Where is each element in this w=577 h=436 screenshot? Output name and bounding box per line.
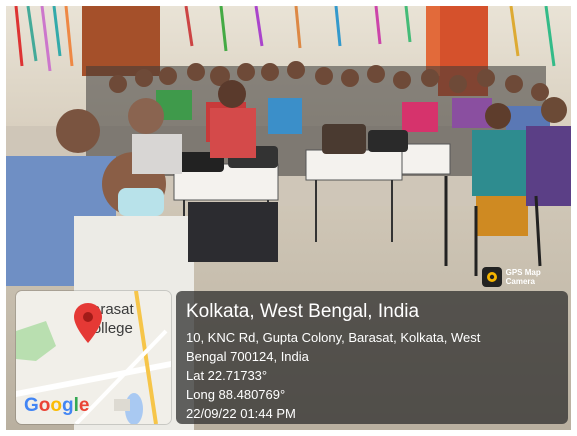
location-title: Kolkata, West Bengal, India: [186, 301, 420, 322]
google-logo-letter: e: [78, 395, 90, 416]
address-line-2: Bengal 700124, India: [186, 349, 309, 364]
datetime-value: 22/09/22 01:44 PM: [186, 406, 296, 421]
address-line-1: 10, KNC Rd, Gupta Colony, Barasat, Kolka…: [186, 330, 481, 345]
google-logo-letter: o: [38, 395, 51, 416]
google-logo-letter: o: [50, 395, 62, 416]
location-pin-icon: [74, 303, 102, 343]
gps-map-camera-badge: GPS Map Camera: [482, 265, 571, 289]
photo-frame: GPS Map Camera Barasat College Google Ko…: [6, 6, 571, 430]
map-thumbnail[interactable]: Barasat College Google: [16, 291, 171, 424]
google-logo-letter: G: [24, 395, 39, 416]
longitude-value: Long 88.480769°: [186, 387, 286, 402]
location-info-panel: Kolkata, West Bengal, India 10, KNC Rd, …: [176, 291, 568, 424]
google-logo-letter: g: [62, 395, 74, 416]
google-logo: Google: [24, 395, 89, 417]
latitude-value: Lat 22.71733°: [186, 368, 268, 383]
gps-map-camera-label: GPS Map Camera: [505, 268, 541, 286]
gps-map-camera-icon: [482, 267, 502, 287]
